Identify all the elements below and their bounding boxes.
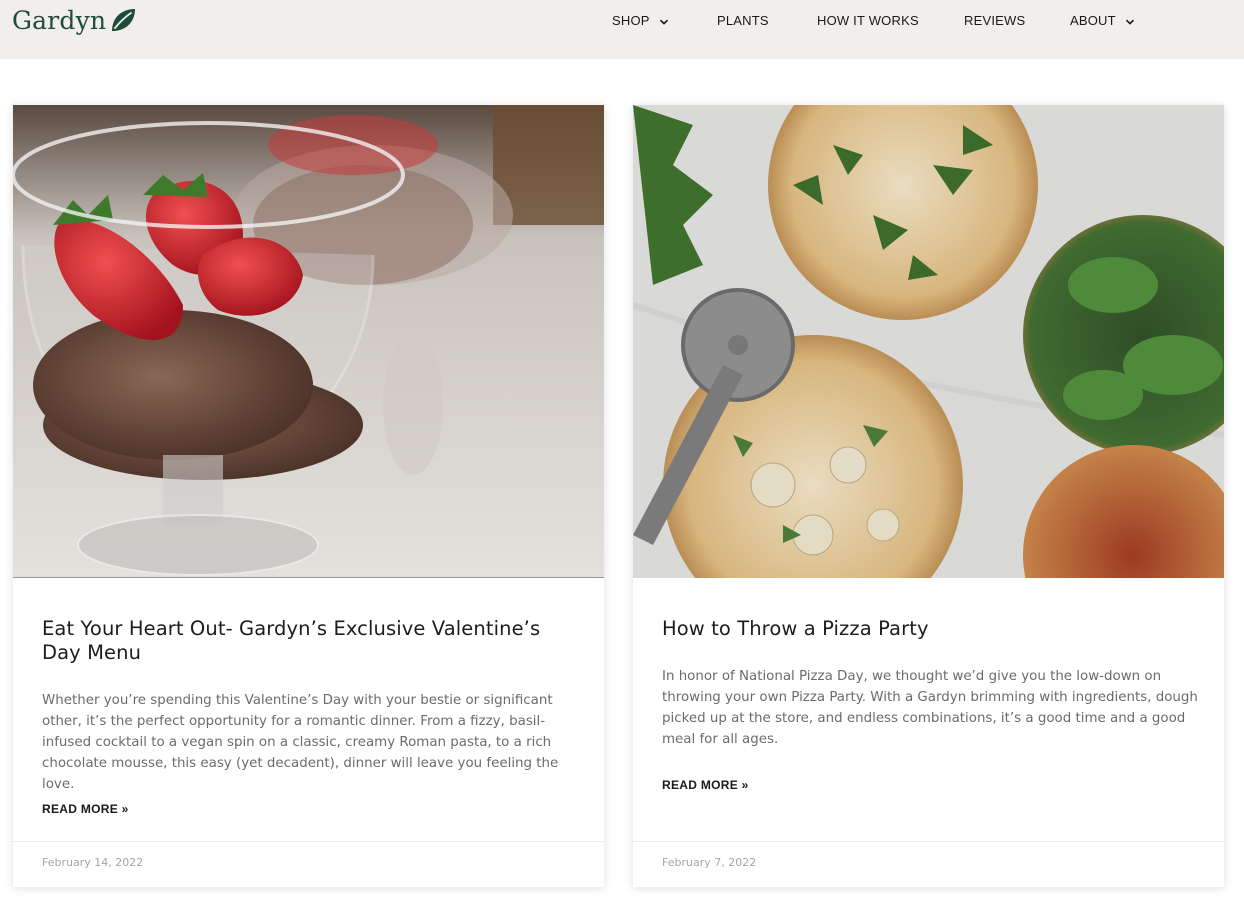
blog-post-card: Eat Your Heart Out- Gardyn’s Exclusive V…: [13, 105, 604, 887]
main-nav: SHOP PLANTS HOW IT WORKS REVIEWS ABOUT: [0, 0, 1244, 40]
nav-item-plants[interactable]: PLANTS: [717, 11, 769, 29]
site-header: Gardyn SHOP PLANTS HOW IT WORKS REVIEWS …: [0, 0, 1244, 59]
post-title[interactable]: Eat Your Heart Out- Gardyn’s Exclusive V…: [42, 617, 582, 665]
nav-item-reviews[interactable]: REVIEWS: [964, 11, 1025, 29]
read-more-link[interactable]: READ MORE »: [42, 802, 129, 816]
nav-item-shop[interactable]: SHOP: [612, 11, 669, 29]
post-excerpt: In honor of National Pizza Day, we thoug…: [662, 669, 1198, 747]
card-divider: [633, 841, 1224, 842]
nav-label-reviews: REVIEWS: [964, 12, 1026, 28]
pizza-party-image: [633, 105, 1224, 578]
chevron-down-icon: [1125, 15, 1135, 25]
nav-label-plants: PLANTS: [717, 12, 769, 28]
post-date: February 14, 2022: [42, 856, 144, 869]
chocolate-mousse-image: [13, 105, 604, 578]
post-title[interactable]: How to Throw a Pizza Party: [662, 617, 1202, 641]
blog-post-card: How to Throw a Pizza Party In honor of N…: [633, 105, 1224, 887]
chevron-down-icon: [659, 15, 669, 25]
post-thumbnail[interactable]: [633, 105, 1224, 578]
nav-label-shop: SHOP: [612, 12, 650, 28]
read-more-link[interactable]: READ MORE »: [662, 778, 749, 792]
post-date: February 7, 2022: [662, 856, 757, 869]
card-divider: [13, 841, 604, 842]
nav-label-how-it-works: HOW IT WORKS: [817, 12, 919, 28]
post-excerpt: Whether you’re spending this Valentine’s…: [42, 693, 559, 792]
post-thumbnail[interactable]: [13, 105, 604, 578]
nav-item-about[interactable]: ABOUT: [1070, 11, 1135, 29]
nav-item-how-it-works[interactable]: HOW IT WORKS: [817, 11, 919, 29]
nav-label-about: ABOUT: [1070, 12, 1116, 28]
